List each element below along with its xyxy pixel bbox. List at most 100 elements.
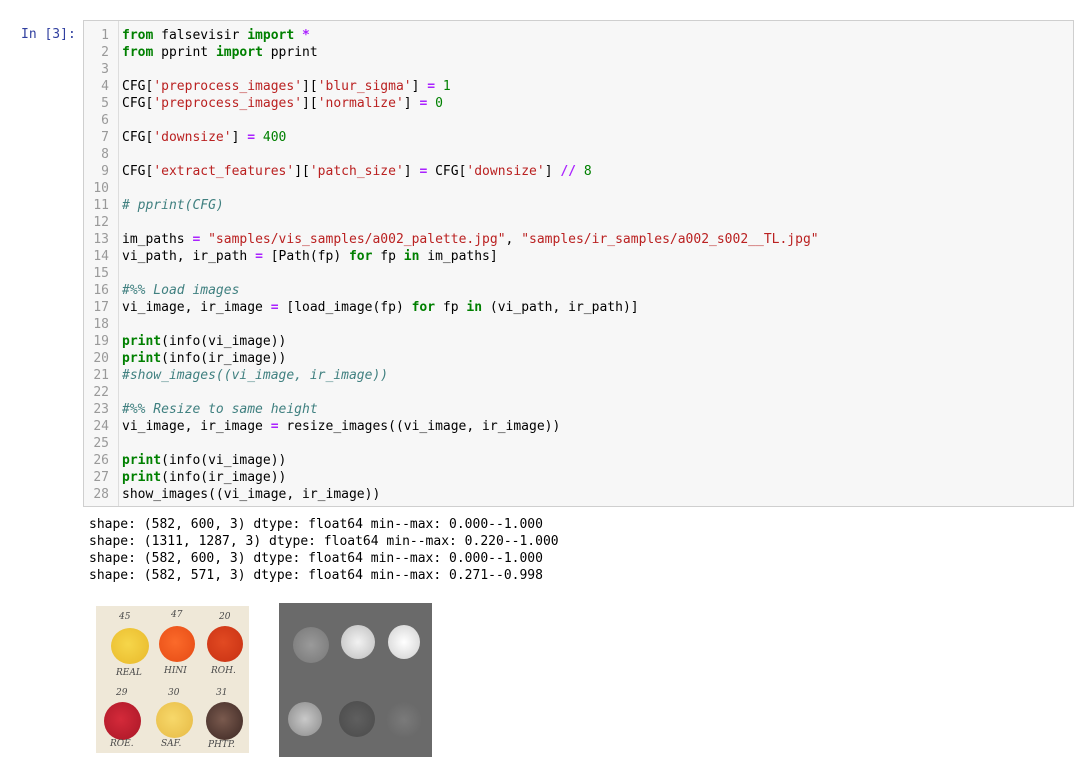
code-token: // [560, 164, 576, 179]
code-token: 'downsize' [153, 130, 232, 145]
line-number: 15 [93, 266, 109, 281]
line-number: 24 [93, 419, 109, 434]
code-text: # pprint(CFG) [122, 197, 224, 214]
line-number: 21 [93, 368, 109, 383]
code-text: print(info(ir_image)) [122, 469, 286, 486]
code-token: 8 [583, 164, 592, 179]
code-token: CFG[ [122, 130, 154, 145]
code-token: 'preprocess_images' [153, 79, 303, 94]
code-text: #%% Resize to same height [122, 401, 318, 418]
code-token: print [122, 351, 162, 366]
code-token: 'patch_size' [309, 164, 404, 179]
code-token: vi_path, ir_path [122, 249, 256, 264]
vis-label: 45 [119, 612, 131, 622]
code-line[interactable]: 7 CFG['downsize'] = 400 [84, 129, 1073, 146]
code-line[interactable]: 16 #%% Load images [84, 282, 1073, 299]
code-token: (vi_path, ir_path)] [482, 300, 639, 315]
code-token: pprint [153, 45, 216, 60]
code-line[interactable]: 14 vi_path, ir_path = [Path(fp) for fp in… [84, 248, 1073, 265]
code-token: [Path(fp) [262, 249, 349, 264]
code-line[interactable]: 18 [84, 316, 1073, 333]
code-line[interactable]: 12 [84, 214, 1073, 231]
code-token: (info(vi_image)) [161, 334, 287, 349]
code-line[interactable]: 4 CFG['preprocess_images']['blur_sigma'] … [84, 78, 1073, 95]
code-text: im_paths = "samples/vis_samples/a002_pal… [122, 231, 819, 248]
line-number: 2 [101, 45, 109, 60]
code-cell[interactable]: 1 from falsevisir import * 2 from pprint im… [83, 20, 1074, 507]
code-token: resize_images((vi_image, ir_image)) [278, 419, 561, 434]
code-text: CFG['preprocess_images']['normalize'] = … [122, 95, 443, 112]
vis-label: ROE. [110, 739, 134, 749]
line-number: 3 [101, 62, 109, 77]
code-token: , [505, 232, 522, 247]
line-number: 18 [93, 317, 109, 332]
code-line[interactable]: 17 vi_image, ir_image = [load_image(fp) f… [84, 299, 1073, 316]
line-number: 17 [93, 300, 109, 315]
code-token: (info(vi_image)) [161, 453, 287, 468]
code-token: print [122, 453, 162, 468]
code-token: print [122, 470, 162, 485]
code-text: vi_path, ir_path = [Path(fp) for fp in i… [122, 248, 498, 265]
code-line[interactable]: 2 from pprint import pprint [84, 44, 1073, 61]
code-line[interactable]: 26 print(info(vi_image)) [84, 452, 1073, 469]
code-token: ][ [294, 164, 310, 179]
vis-label: ROH. [211, 666, 236, 676]
code-text: from falsevisir import * [122, 27, 310, 44]
code-line[interactable]: 3 [84, 61, 1073, 78]
code-line[interactable]: 10 [84, 180, 1073, 197]
code-line[interactable]: 9 CFG['extract_features']['patch_size'] =… [84, 163, 1073, 180]
code-token: vi_image, ir_image [122, 300, 271, 315]
code-token: ] [403, 164, 420, 179]
code-line[interactable]: 23 #%% Resize to same height [84, 401, 1073, 418]
code-line[interactable]: 20 print(info(ir_image)) [84, 350, 1073, 367]
code-token: = [247, 130, 256, 145]
code-text: CFG['preprocess_images']['blur_sigma'] =… [122, 78, 451, 95]
line-number: 9 [101, 164, 109, 179]
code-editor[interactable]: 1 from falsevisir import * 2 from pprint im… [84, 27, 1073, 503]
code-text: print(info(vi_image)) [122, 333, 286, 350]
code-line[interactable]: 11 # pprint(CFG) [84, 197, 1073, 214]
code-line[interactable]: 6 [84, 112, 1073, 129]
code-token: ] [544, 164, 561, 179]
code-token: fp [435, 300, 467, 315]
code-token: CFG[ [122, 96, 154, 111]
code-line[interactable]: 28 show_images((vi_image, ir_image)) [84, 486, 1073, 503]
code-token: = [255, 249, 263, 264]
code-line[interactable]: 5 CFG['preprocess_images']['normalize'] =… [84, 95, 1073, 112]
code-token: CFG[ [122, 164, 154, 179]
line-number: 23 [93, 402, 109, 417]
code-line[interactable]: 13 im_paths = "samples/vis_samples/a002_p… [84, 231, 1073, 248]
input-prompt: In [3]: [21, 27, 76, 42]
code-token: #%% Resize to same height [122, 402, 318, 417]
code-token: for [411, 300, 436, 315]
code-line[interactable]: 27 print(info(ir_image)) [84, 469, 1073, 486]
code-token: # pprint(CFG) [122, 198, 224, 213]
code-token: #%% Load images [122, 283, 240, 298]
vis-label: 31 [216, 688, 228, 698]
code-token: import [215, 45, 263, 60]
code-token: im_paths [122, 232, 193, 247]
code-line[interactable]: 8 [84, 146, 1073, 163]
code-token: fp [372, 249, 404, 264]
code-text: show_images((vi_image, ir_image)) [122, 486, 380, 503]
code-line[interactable]: 1 from falsevisir import * [84, 27, 1073, 44]
line-number: 7 [101, 130, 109, 145]
code-text: CFG['extract_features']['patch_size'] = … [122, 163, 592, 180]
code-line[interactable]: 25 [84, 435, 1073, 452]
line-number: 11 [93, 198, 109, 213]
code-line[interactable]: 19 print(info(vi_image)) [84, 333, 1073, 350]
code-line[interactable]: 24 vi_image, ir_image = resize_images((vi… [84, 418, 1073, 435]
line-number: 8 [101, 147, 109, 162]
code-token: 'downsize' [466, 164, 545, 179]
code-line[interactable]: 22 [84, 384, 1073, 401]
visible-image: 45 47 20 REAL HINI ROH. 29 30 31 ROE. SA… [96, 606, 249, 753]
line-number: 14 [93, 249, 109, 264]
code-line[interactable]: 21 #show_images((vi_image, ir_image)) [84, 367, 1073, 384]
code-token: from [122, 45, 154, 60]
vis-label: 47 [171, 610, 183, 620]
vis-label: SAF. [161, 739, 182, 749]
code-line[interactable]: 15 [84, 265, 1073, 282]
